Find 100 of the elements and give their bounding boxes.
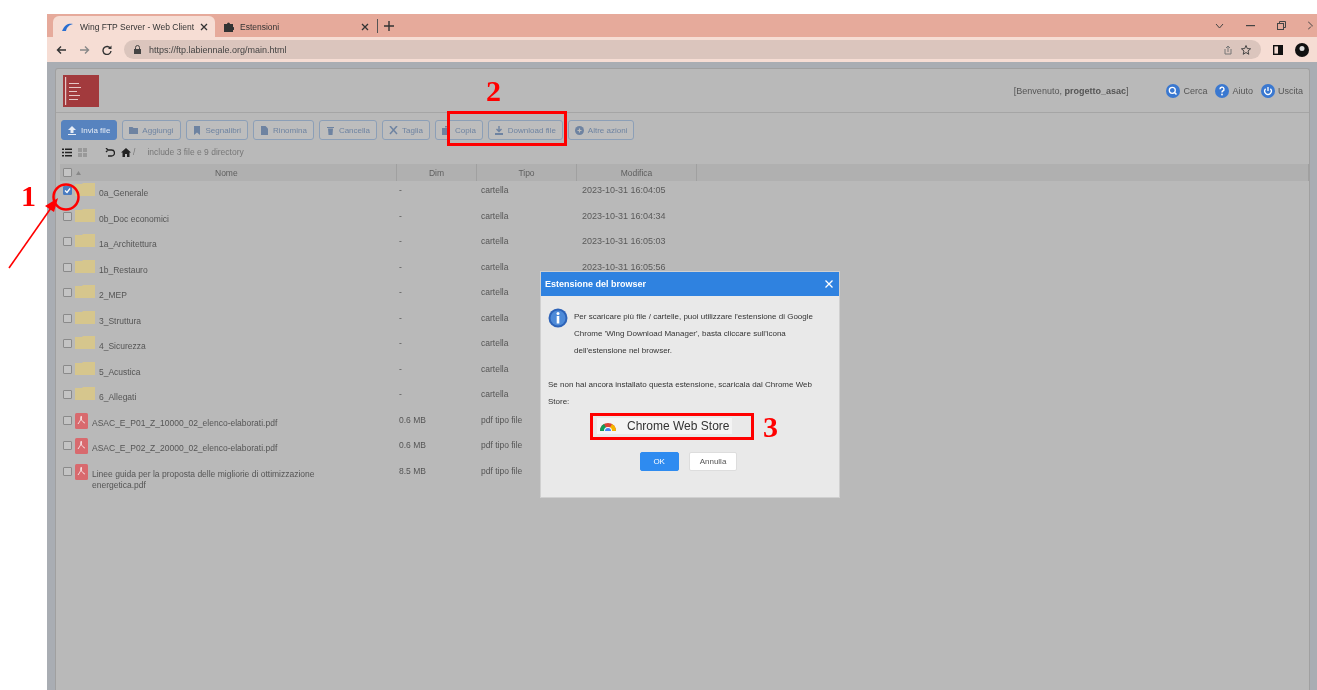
type-cell: cartella	[481, 389, 509, 399]
toolbar-button[interactable]: Download file	[487, 120, 563, 140]
file-name[interactable]: Linee guida per la proposta delle migliorie di ottimizzazione energetica.pdf	[92, 463, 367, 491]
share-icon[interactable]	[1223, 44, 1233, 55]
dialog-button[interactable]: OK	[639, 452, 679, 471]
path-root[interactable]: /	[133, 147, 136, 157]
size-cell: -	[399, 287, 402, 297]
back-icon[interactable]	[56, 44, 67, 55]
select-all-checkbox[interactable]	[63, 168, 72, 177]
file-name[interactable]: 2_MEP	[99, 285, 374, 301]
search-icon	[1166, 83, 1181, 98]
profile-avatar-icon[interactable]	[1295, 42, 1309, 57]
toolbar-button[interactable]: Taglia	[382, 120, 430, 140]
sort-arrow-icon	[76, 170, 81, 175]
row-checkbox[interactable]	[63, 288, 72, 297]
minimize-icon[interactable]	[1246, 24, 1255, 27]
reload-icon[interactable]	[102, 44, 112, 55]
header-link[interactable]: Aiuto	[1215, 83, 1253, 98]
restore-icon[interactable]	[1277, 21, 1286, 30]
folder-icon	[75, 336, 95, 349]
folder-icon	[75, 310, 95, 324]
home-icon[interactable]	[121, 147, 131, 157]
toolbar-button[interactable]: Copia	[434, 120, 483, 140]
file-name[interactable]: 4_Sicurezza	[99, 336, 374, 352]
column-header[interactable]: Dim	[397, 164, 477, 181]
type-cell: cartella	[481, 312, 509, 323]
new-tab-icon[interactable]	[384, 21, 394, 31]
type-cell: pdf tipo file	[481, 414, 523, 425]
row-checkbox[interactable]	[63, 186, 72, 195]
dialog-message: Per scaricare più file / cartelle, puoi utilizzare l'estensione di Google Chrome 'Wing Download Manager', basta cliccare sull'icona dell'estensione nel browser.	[574, 311, 814, 357]
pdf-file-icon	[75, 438, 88, 454]
row-checkbox[interactable]	[63, 466, 72, 476]
welcome-text: [Benvenuto, progetto_asac]	[1013, 85, 1129, 96]
logo-icon	[63, 74, 99, 107]
row-checkbox[interactable]	[63, 390, 72, 399]
file-name[interactable]: 0a_Generale	[99, 183, 374, 199]
date-cell: 2023-10-31 16:05:56	[582, 261, 666, 272]
size-cell: -	[399, 185, 402, 195]
list-view-icon[interactable]	[62, 147, 72, 157]
size-cell: 8.5 MB	[399, 465, 426, 476]
store-link[interactable]: Chrome Web Store	[597, 418, 732, 434]
file-name[interactable]: ASAC_E_P01_Z_10000_02_elenco-elaborati.pdf	[92, 412, 367, 429]
forward-icon[interactable]	[79, 44, 90, 55]
file-name[interactable]: ASAC_E_P02_Z_20000_02_elenco-elaborati.pdf	[92, 438, 367, 454]
row-checkbox[interactable]	[63, 211, 72, 221]
power-icon	[1261, 83, 1275, 98]
column-header[interactable]: Modifica	[577, 164, 697, 181]
star-icon[interactable]	[1241, 44, 1251, 55]
help-icon	[1215, 83, 1230, 98]
toolbar-button[interactable]: Segnalibri	[185, 120, 249, 140]
file-name[interactable]: 0b_Doc economici	[99, 208, 374, 225]
size-cell: 0.6 MB	[399, 440, 426, 450]
folder-icon	[129, 125, 139, 135]
plus-circle-icon	[574, 125, 584, 135]
size-cell: -	[399, 389, 402, 399]
date-cell: 2023-10-31 16:04:05	[582, 185, 666, 195]
type-cell: cartella	[481, 236, 509, 246]
scissors-icon	[389, 125, 398, 135]
pdf-file-icon	[75, 463, 88, 480]
file-name[interactable]: 3_Struttura	[99, 310, 374, 327]
row-checkbox[interactable]	[63, 313, 72, 323]
dialog-button[interactable]: Annulla	[688, 452, 738, 471]
toolbar-button[interactable]: Cancella	[318, 120, 377, 140]
toolbar-button[interactable]: Invia file	[61, 120, 118, 140]
header-link[interactable]: Uscita	[1261, 83, 1303, 98]
column-header[interactable]: Nome	[215, 167, 238, 178]
row-checkbox[interactable]	[63, 364, 72, 374]
file-name[interactable]: 6_Allegati	[99, 387, 374, 403]
header-link[interactable]: Cerca	[1166, 83, 1208, 98]
toolbar-button[interactable]: Rinomina	[253, 120, 314, 140]
row-checkbox[interactable]	[63, 237, 72, 246]
size-cell: 0.6 MB	[399, 414, 426, 425]
row-checkbox[interactable]	[63, 339, 72, 348]
file-name[interactable]: 5_Acustica	[99, 361, 374, 378]
row-checkbox[interactable]	[63, 262, 72, 272]
folder-icon	[75, 259, 95, 273]
browser-tab[interactable]: Wing FTP Server - Web Client	[53, 16, 215, 37]
column-header[interactable]: Tipo	[477, 164, 577, 181]
highlight-circle	[52, 183, 80, 211]
upload-icon	[68, 125, 77, 135]
back-icon[interactable]	[105, 147, 115, 157]
toolbar-button[interactable]: Aggiungi	[122, 120, 181, 140]
info-icon	[548, 308, 568, 328]
pdf-file-icon	[75, 412, 88, 429]
row-checkbox[interactable]	[63, 441, 72, 450]
date-cell: 2023-10-31 16:05:03	[582, 236, 666, 246]
file-name[interactable]: 1a_Architettura	[99, 234, 374, 250]
browser-tab[interactable]: Estensioni	[215, 16, 377, 37]
file-name[interactable]: 1b_Restauro	[99, 259, 374, 276]
folder-icon	[75, 285, 95, 298]
row-checkbox[interactable]	[63, 415, 72, 425]
chevron-down-icon[interactable]	[1215, 22, 1224, 29]
trash-icon	[325, 125, 335, 135]
type-cell: cartella	[481, 363, 509, 374]
address-bar[interactable]: https://ftp.labiennale.org/main.html	[124, 40, 1261, 59]
toolbar-button[interactable]: Altre azioni	[567, 120, 635, 140]
size-cell: -	[399, 236, 402, 246]
size-cell: -	[399, 363, 402, 374]
side-panel-icon[interactable]	[1273, 44, 1283, 55]
type-cell: cartella	[481, 261, 509, 272]
